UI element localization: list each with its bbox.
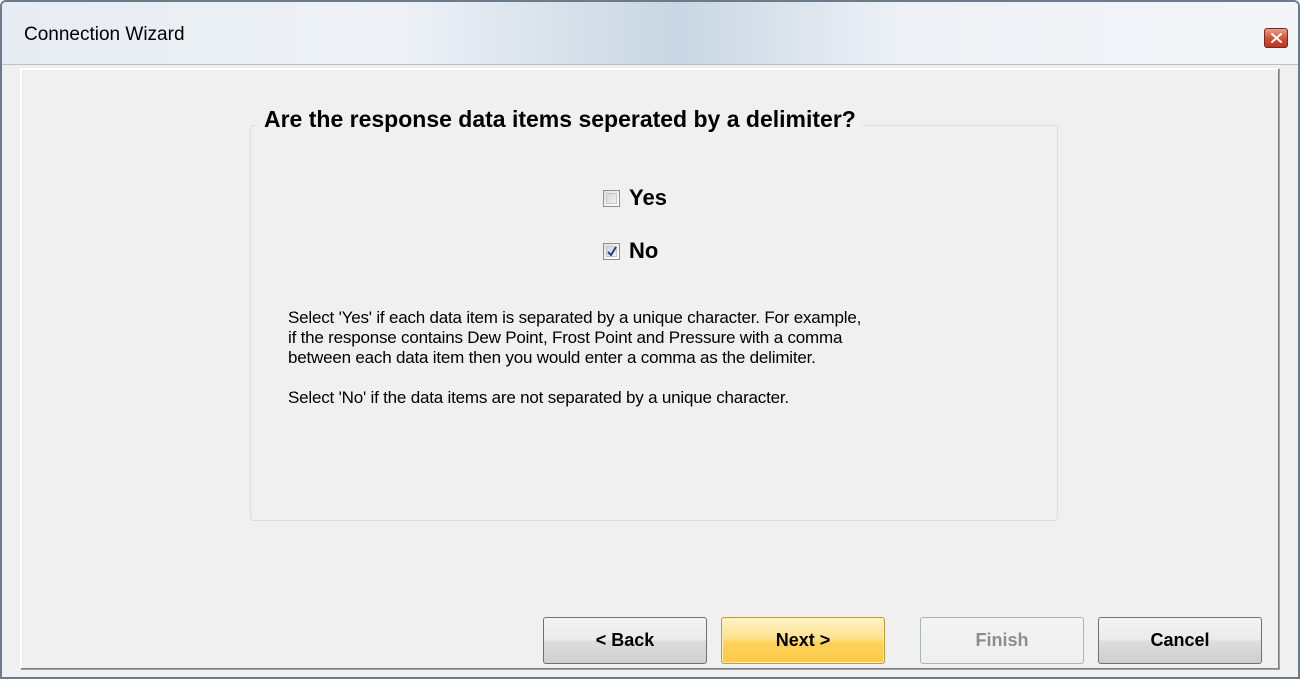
help-line-1: Select 'Yes' if each data item is separa… [288, 308, 862, 327]
help-line-3: between each data item then you would en… [288, 348, 816, 367]
help-text: Select 'Yes' if each data item is separa… [288, 308, 1048, 408]
connection-wizard-window: Connection Wizard Are the response data … [0, 0, 1300, 679]
checkmark-icon [607, 245, 617, 257]
help-paragraph-yes: Select 'Yes' if each data item is separa… [288, 308, 1048, 368]
no-checkbox[interactable] [603, 242, 620, 260]
option-yes[interactable]: Yes [603, 185, 667, 211]
close-icon [1271, 33, 1282, 43]
title-bar[interactable]: Connection Wizard [2, 2, 1298, 65]
yes-checkbox[interactable] [603, 189, 620, 207]
next-button[interactable]: Next > [721, 617, 885, 664]
option-no[interactable]: No [603, 238, 658, 264]
help-line-2: if the response contains Dew Point, Fros… [288, 328, 843, 347]
help-paragraph-no: Select 'No' if the data items are not se… [288, 388, 1048, 408]
finish-button[interactable]: Finish [920, 617, 1084, 664]
back-button[interactable]: < Back [543, 617, 707, 664]
window-title: Connection Wizard [24, 24, 185, 45]
no-label[interactable]: No [629, 238, 658, 264]
close-button[interactable] [1264, 28, 1288, 48]
help-line-4: Select 'No' if the data items are not se… [288, 388, 789, 407]
groupbox-legend: Are the response data items seperated by… [258, 106, 862, 133]
yes-label[interactable]: Yes [629, 185, 667, 211]
cancel-button[interactable]: Cancel [1098, 617, 1262, 664]
